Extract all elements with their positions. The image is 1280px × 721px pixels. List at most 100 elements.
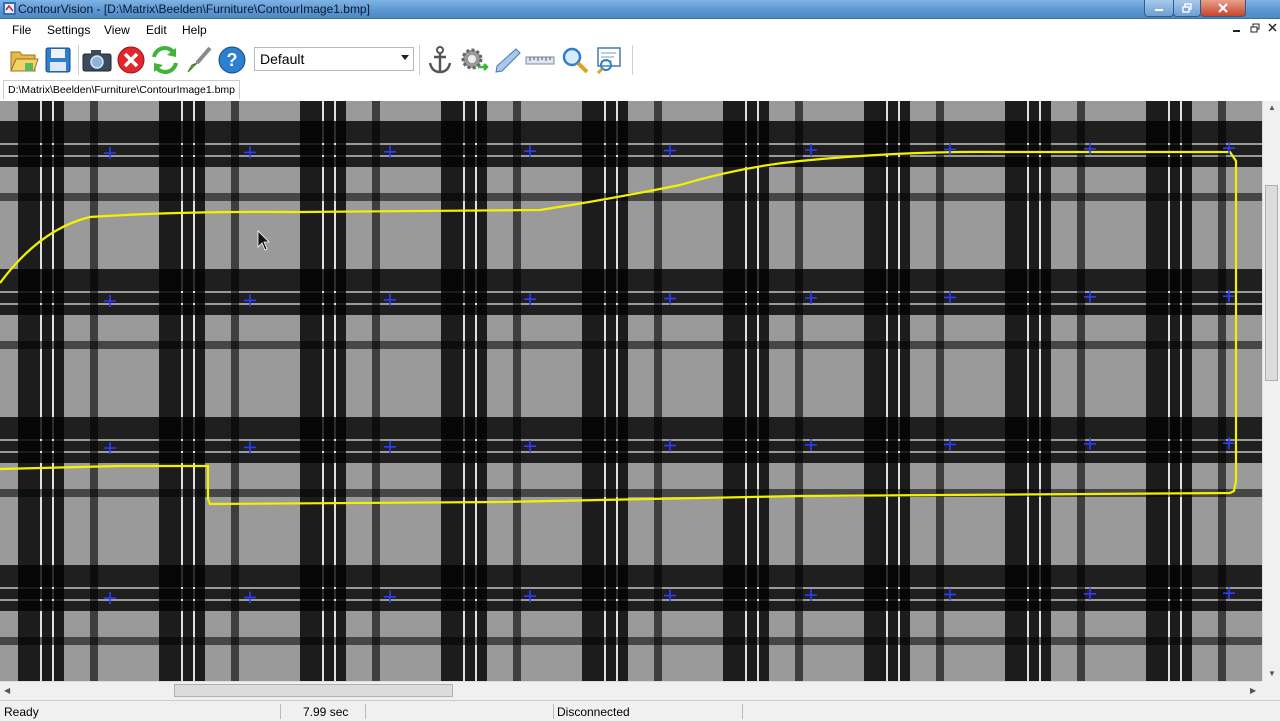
mdi-minimize-icon[interactable] [1232,23,1242,33]
toolbar-separator [632,45,633,75]
scroll-down-icon[interactable]: ▼ [1268,669,1276,678]
restore-icon [1182,3,1192,13]
minimize-button[interactable] [1144,0,1174,17]
calibration-marker-icon [244,294,256,307]
calibration-marker-icon [244,146,256,159]
help-button[interactable]: ? [216,44,248,76]
calibration-marker-icon [944,588,956,601]
calibration-marker-icon [384,440,396,453]
calibration-marker-icon [524,293,536,306]
calibration-marker-icon [805,439,817,451]
title-bar: ContourVision - [D:\Matrix\Beelden\Furni… [0,0,1280,19]
capture-button[interactable] [81,44,113,76]
calibration-marker-icon [104,147,116,159]
menu-view[interactable]: View [104,23,130,37]
calibration-marker-icon [384,145,396,158]
menu-bar: File Settings View Edit Help [0,19,1280,41]
calibration-marker-icon [244,591,256,604]
stop-icon [117,46,145,74]
pen-button[interactable] [491,44,523,76]
calibration-marker-icon [664,439,676,452]
status-bar: Ready 7.99 sec Disconnected [0,700,1280,721]
pen-icon [495,48,521,73]
anchor-icon [428,46,452,74]
menu-help[interactable]: Help [182,23,207,37]
svg-text:?: ? [227,50,238,70]
status-connection: Disconnected [557,705,630,719]
mdi-restore-icon[interactable] [1250,23,1260,33]
brush-button[interactable] [183,44,215,76]
calibration-marker-icon [1084,437,1096,450]
mdi-close-icon[interactable] [1268,23,1278,33]
calibration-marker-icon [1223,437,1235,450]
scroll-corner [1262,681,1280,699]
help-icon: ? [218,46,246,74]
calibration-marker-icon [1223,587,1235,600]
inspect-button[interactable] [593,44,625,76]
scroll-up-icon[interactable]: ▲ [1268,103,1276,112]
horizontal-scrollbar[interactable]: ◀ ▶ [0,681,1262,700]
status-divider [742,704,743,719]
calibration-marker-icon [944,291,956,304]
mouse-cursor-icon [257,230,270,251]
calibration-marker-icon [384,590,396,603]
refresh-button[interactable] [149,44,181,76]
vertical-scrollbar[interactable]: ▲ ▼ [1262,101,1280,681]
calibration-marker-icon [1084,587,1096,600]
status-divider [553,704,554,719]
inspect-icon [596,47,621,75]
open-button[interactable] [8,44,40,76]
chevron-down-icon [401,55,409,60]
camera-icon [82,50,112,72]
toolbar-separator [78,45,79,75]
minimize-icon [1155,9,1163,11]
stop-button[interactable] [115,44,147,76]
close-button[interactable] [1200,0,1246,17]
status-state: Ready [4,705,39,719]
toolbar-separator [419,45,420,75]
refresh-icon [152,46,178,74]
restore-button[interactable] [1173,0,1201,17]
detected-contour [0,150,1238,506]
profile-dropdown-value: Default [260,51,305,67]
calibration-marker-icon [104,295,116,307]
vertical-scroll-thumb[interactable] [1265,185,1278,381]
menu-edit[interactable]: Edit [146,23,167,37]
document-tab-strip: D:\Matrix\Beelden\Furniture\ContourImage… [0,79,1280,102]
zoom-button[interactable] [559,44,591,76]
calibration-marker-icon [805,589,817,601]
document-tab[interactable]: D:\Matrix\Beelden\Furniture\ContourImage… [3,80,241,99]
calibration-marker-icon [805,144,817,156]
calibration-marker-icon [1084,290,1096,303]
status-divider [365,704,366,719]
anchor-button[interactable] [424,44,456,76]
scroll-right-icon[interactable]: ▶ [1250,686,1256,695]
status-time: 7.99 sec [303,705,349,719]
profile-dropdown[interactable]: Default [254,47,414,71]
calibration-marker-icon [1223,290,1235,303]
menu-settings[interactable]: Settings [47,23,90,37]
calibration-marker-icon [384,293,396,306]
open-folder-icon [10,51,39,72]
scroll-left-icon[interactable]: ◀ [4,686,10,695]
ruler-icon [525,56,555,65]
calibration-marker-icon [944,143,956,156]
calibration-marker-icon [524,145,536,158]
horizontal-scroll-thumb[interactable] [174,684,453,697]
image-canvas[interactable] [0,101,1262,681]
ruler-button[interactable] [524,44,556,76]
calibration-marker-icon [664,144,676,157]
settings-gear-icon [461,48,489,71]
save-button[interactable] [42,44,74,76]
brush-icon [187,46,212,73]
calibration-marker-icon [524,440,536,453]
settings-button[interactable] [458,44,490,76]
calibration-marker-icon [104,442,116,454]
calibration-marker-icon [104,592,116,604]
calibration-marker-icon [244,441,256,454]
window-title: ContourVision - [D:\Matrix\Beelden\Furni… [18,2,370,16]
zoom-icon [562,47,589,74]
close-icon [1218,3,1228,13]
menu-file[interactable]: File [12,23,31,37]
contour-overlay [0,142,1238,604]
